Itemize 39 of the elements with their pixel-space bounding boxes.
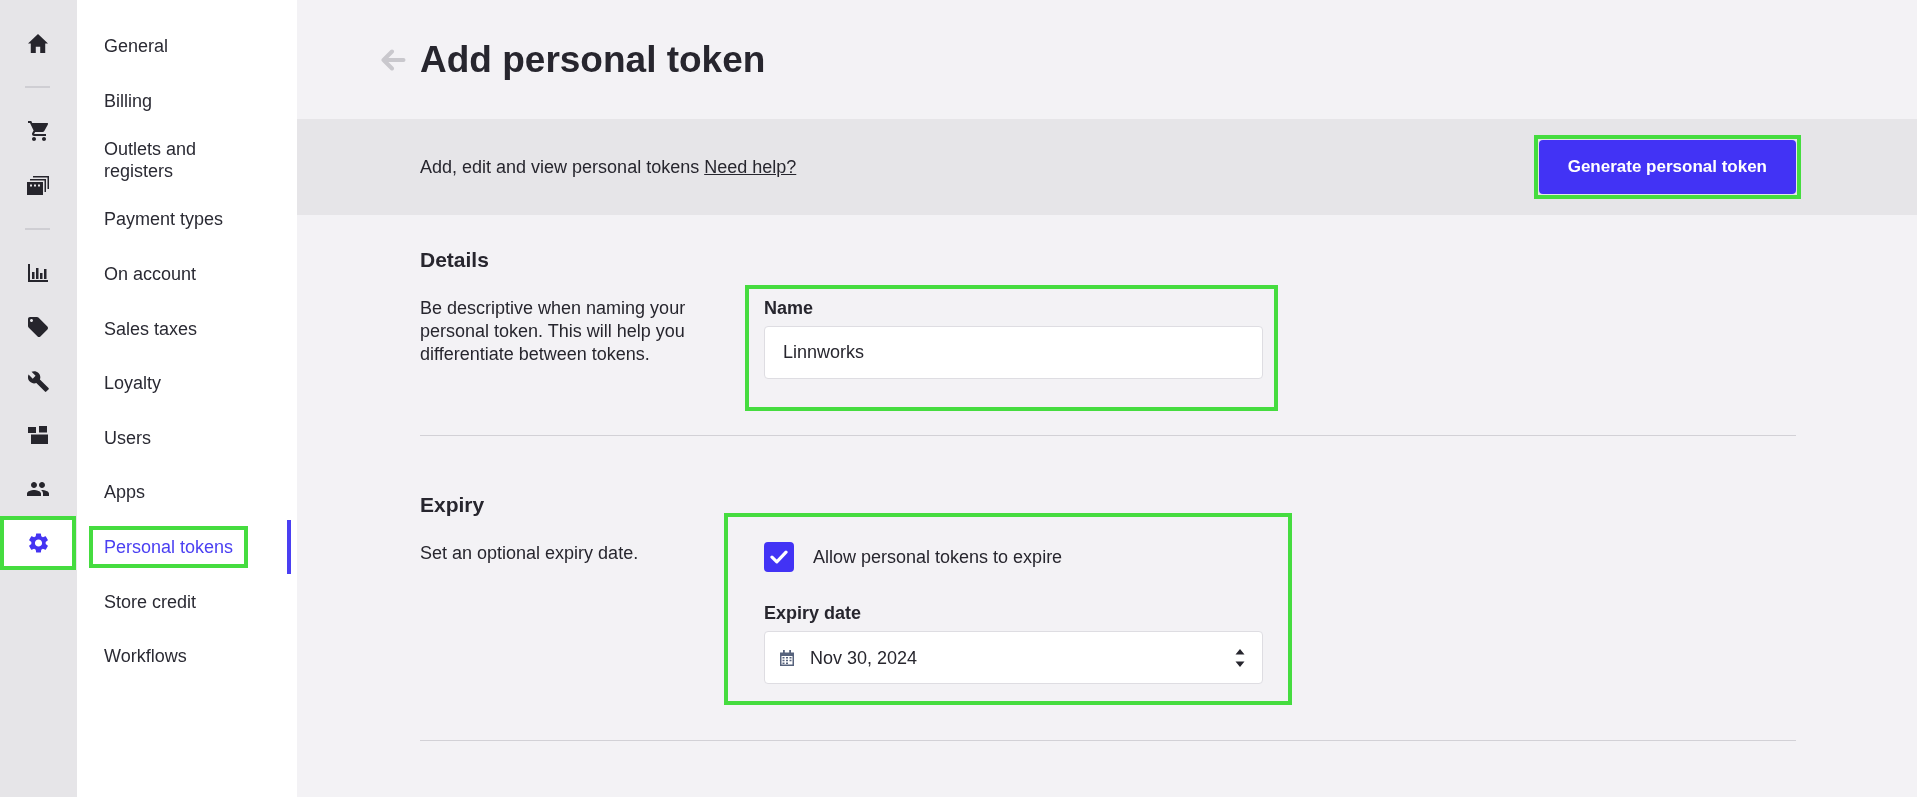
sidebar-item[interactable]: General: [89, 25, 184, 68]
generate-button[interactable]: Generate personal token: [1538, 140, 1796, 194]
sidebar-item[interactable]: Payment types: [89, 198, 239, 241]
calendar-icon: [780, 649, 794, 666]
checkbox[interactable]: [764, 542, 794, 572]
help-link[interactable]: Need help?: [704, 157, 797, 177]
sidebar-item[interactable]: Loyalty: [89, 362, 177, 405]
check-icon: [770, 550, 788, 564]
settings-icon: [28, 533, 48, 553]
spinner-icon[interactable]: [1235, 647, 1245, 668]
sidebar-item[interactable]: Apps: [89, 471, 161, 514]
wrench-icon: [27, 370, 49, 392]
name-input[interactable]: Linnworks: [764, 326, 1263, 379]
cart-icon: [27, 121, 49, 141]
sidebar-item[interactable]: Store credit: [89, 580, 212, 623]
field-label: Name: [764, 297, 814, 319]
bar-chart-icon: [28, 264, 48, 282]
sidebar-item[interactable]: Users: [89, 416, 166, 459]
sidebar-item[interactable]: Personal tokens: [89, 526, 249, 569]
sidebar-item[interactable]: On account: [89, 253, 212, 296]
sidebar-item[interactable]: Billing: [89, 79, 168, 122]
sidebar-item[interactable]: Sales taxes: [89, 307, 213, 350]
field-label: Expiry date: [764, 602, 862, 624]
toolbar-description: Add, edit and view personal tokens Need help?: [420, 156, 797, 179]
page-title: Add personal token: [420, 37, 766, 82]
tag-icon: [28, 317, 48, 337]
date-field[interactable]: Nov 30, 2024: [764, 631, 1263, 684]
stacked-cards-icon: [27, 175, 49, 195]
sidebar-item[interactable]: Outlets and registers: [89, 128, 269, 193]
nav-button[interactable]: [0, 516, 76, 570]
sidebar-item[interactable]: Workflows: [89, 635, 202, 678]
home-icon: [28, 33, 48, 53]
section-description: Be descriptive when naming your personal token. This will help you differentiate between tokens.: [420, 297, 687, 366]
boxes-icon: [28, 426, 48, 444]
section-heading: Expiry: [420, 492, 485, 518]
section-description: Set an optional expiry date.: [420, 542, 639, 565]
checkbox-label: Allow personal tokens to expire: [813, 546, 1063, 568]
people-icon: [27, 482, 49, 496]
section-heading: Details: [420, 247, 489, 273]
